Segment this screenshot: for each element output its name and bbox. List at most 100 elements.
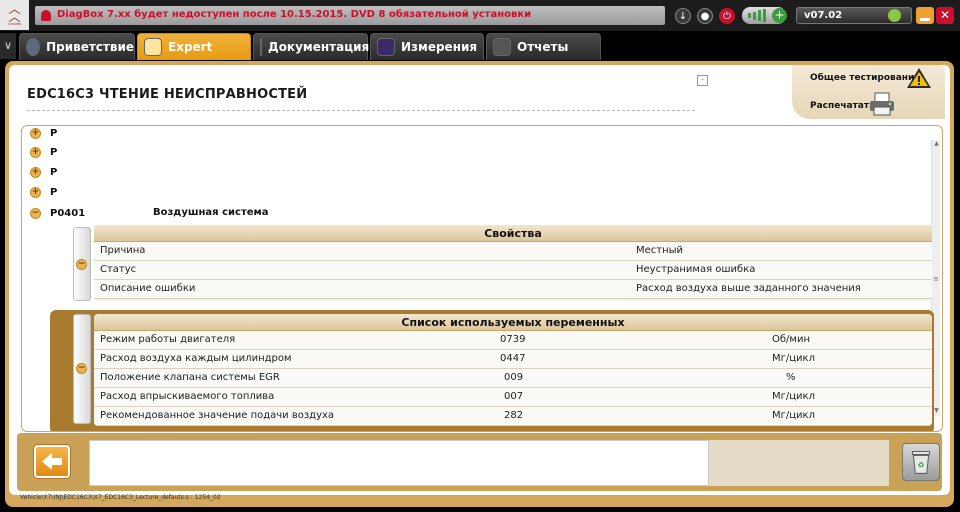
download-icon[interactable]: ↓ [675, 8, 691, 24]
power-icon[interactable]: ⏻ [719, 8, 735, 24]
logo-brand-text: CITROËN [7, 21, 22, 26]
fault-code-row[interactable]: + P [30, 143, 57, 161]
variable-label: Рекомендованное значение подачи воздуха [100, 410, 335, 421]
tab-label: Отчеты [517, 40, 569, 54]
table-row: Расход воздуха каждым цилиндром 0447 Мг/… [94, 350, 932, 369]
actions-panel: Общее тестирование Распечатать [792, 65, 945, 119]
expand-icon[interactable]: + [30, 146, 41, 158]
property-value: Местный [636, 245, 684, 256]
variable-value: 0739 [500, 334, 526, 345]
tab-documentation[interactable]: Документация [253, 33, 370, 60]
message-box [89, 440, 709, 486]
svg-text:♻: ♻ [918, 461, 925, 470]
property-label: Причина [100, 245, 146, 256]
close-button[interactable]: ✕ [936, 7, 954, 24]
back-button[interactable] [34, 445, 70, 478]
expert-search-icon [144, 38, 162, 56]
alert-bell-icon [41, 10, 51, 21]
tabs-menu-chevron-icon[interactable]: ∨ [0, 33, 16, 59]
fault-code-row-expanded[interactable]: − P0401 Воздушная система [30, 204, 268, 222]
variable-unit: % [786, 372, 796, 383]
variable-value: 0447 [500, 353, 526, 364]
variable-label: Режим работы двигателя [100, 334, 236, 345]
page-title: EDC16C3 ЧТЕНИЕ НЕИСПРАВНОСТЕЙ [27, 87, 308, 102]
tab-reports[interactable]: Отчеты [486, 33, 601, 60]
fault-code: P [50, 186, 58, 198]
reports-icon [493, 38, 511, 56]
printer-icon[interactable] [868, 92, 896, 116]
variables-table: Список используемых переменных Режим раб… [94, 314, 932, 426]
variable-value: 007 [504, 391, 524, 402]
fault-code-row[interactable]: + P [30, 163, 57, 181]
user-icon[interactable]: ● [697, 8, 713, 24]
fault-code: P [50, 166, 58, 178]
variable-unit: Мг/цикл [772, 391, 815, 402]
table-row: Описание ошибки Расход воздуха выше зада… [94, 280, 932, 299]
table-row: Рекомендованное значение подачи воздуха … [94, 407, 932, 426]
fault-description: Воздушная система [153, 207, 269, 218]
tab-bar: ∨ Приветствие Expert Документация Измере… [0, 31, 960, 61]
variable-label: Расход воздуха каждым цилиндром [100, 353, 292, 364]
expand-icon[interactable]: + [30, 127, 41, 139]
tab-expert[interactable]: Expert [137, 33, 251, 60]
measurement-wave-icon [377, 38, 395, 56]
main-panel: EDC16C3 ЧТЕНИЕ НЕИСПРАВНОСТЕЙ - Общее те… [5, 61, 954, 507]
properties-collapse-handle[interactable]: − [73, 227, 91, 301]
tab-label: Измерения [401, 40, 478, 54]
variable-label: Положение клапана системы EGR [100, 372, 280, 383]
collapse-icon[interactable]: − [30, 207, 41, 219]
citroen-logo: ︿ ︿ CITROËN [0, 0, 29, 30]
documentation-icon [260, 38, 262, 56]
status-leaf-icon [888, 9, 901, 22]
version-label: v07.02 [804, 10, 843, 21]
property-value: Неустранимая ошибка [636, 264, 756, 275]
news-ticker: DiagBox 7.xx будет недоступен после 10.1… [35, 6, 665, 25]
fault-code-row[interactable]: + P [30, 126, 58, 142]
collapse-icon[interactable]: − [76, 259, 87, 270]
property-label: Статус [100, 264, 137, 275]
variables-section: − Список используемых переменных Режим р… [50, 310, 934, 431]
collapse-icon[interactable]: − [76, 363, 87, 374]
variable-value: 009 [504, 372, 524, 383]
fault-code-row[interactable]: + P [30, 183, 57, 201]
arrow-left-icon [42, 453, 62, 470]
variable-unit: Об/мин [772, 334, 810, 345]
minimize-button[interactable] [916, 7, 934, 24]
variable-label: Расход впрыскиваемого топлива [100, 391, 275, 402]
fault-code: P [50, 127, 58, 139]
tab-label: Expert [168, 40, 213, 54]
table-row: Причина Местный [94, 242, 932, 261]
properties-header: Свойства [94, 225, 932, 242]
message-box-side [709, 440, 889, 486]
expand-icon[interactable]: + [30, 166, 41, 178]
variable-unit: Мг/цикл [772, 353, 815, 364]
scroll-up-icon[interactable]: ▲ [932, 140, 941, 149]
fault-list: ▲ ≡ ▼ + P + P + P + P − P0401 Воздушная … [21, 125, 943, 432]
fault-code: P0401 [50, 207, 86, 219]
collapse-button[interactable]: - [697, 75, 708, 86]
property-label: Описание ошибки [100, 283, 196, 294]
global-test-button[interactable]: Общее тестирование [810, 73, 920, 83]
delete-button[interactable]: ♻ [902, 443, 940, 481]
tab-label: Приветствие [46, 40, 134, 54]
print-button[interactable]: Распечатать [810, 101, 875, 111]
table-row: Статус Неустранимая ошибка [94, 261, 932, 280]
signal-strength-indicator[interactable]: + [742, 7, 787, 24]
properties-section: − Свойства Причина Местный Статус Неустр… [68, 223, 934, 303]
tab-label: Документация [268, 40, 370, 54]
trash-icon: ♻ [912, 451, 930, 474]
tab-measurements[interactable]: Измерения [370, 33, 484, 60]
tab-greeting[interactable]: Приветствие [19, 33, 135, 60]
top-bar: ︿ ︿ CITROËN DiagBox 7.xx будет недоступен… [0, 0, 960, 31]
bottom-bar: ♻ [17, 433, 942, 491]
content-area: EDC16C3 ЧТЕНИЕ НЕИСПРАВНОСТЕЙ - Общее те… [9, 65, 950, 495]
chevrons-logo-icon: ︿ ︿ [8, 1, 21, 24]
title-divider [27, 110, 695, 111]
greeting-icon [26, 38, 41, 56]
expand-icon[interactable]: + [30, 186, 41, 198]
table-row: Режим работы двигателя 0739 Об/мин [94, 331, 932, 350]
variables-collapse-handle[interactable]: − [73, 314, 91, 424]
add-icon[interactable]: + [772, 8, 787, 23]
warning-icon[interactable] [906, 67, 932, 89]
property-value: Расход воздуха выше заданного значения [636, 283, 861, 294]
